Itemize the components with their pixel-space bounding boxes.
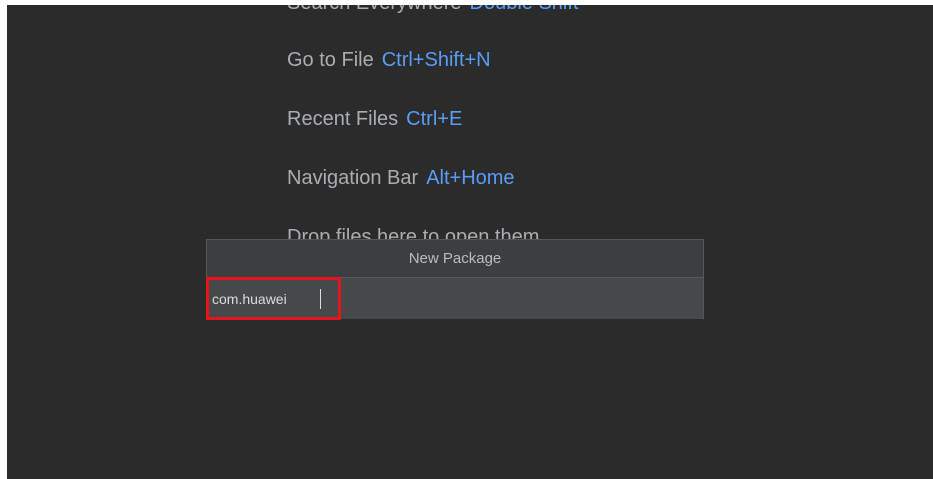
hint-shortcut: Ctrl+E	[406, 108, 463, 130]
new-package-popup: New Package	[206, 239, 704, 319]
package-name-input[interactable]	[207, 278, 703, 319]
hint-label: Search Everywhere	[287, 5, 462, 14]
hint-label: Recent Files	[287, 108, 399, 130]
hint-shortcut: Double Shift	[470, 5, 579, 14]
hint-shortcut: Ctrl+Shift+N	[381, 49, 491, 71]
hint-search-everywhere: Search Everywhere Double Shift	[287, 5, 579, 15]
hint-label: Navigation Bar	[287, 167, 419, 189]
hint-navigation-bar: Navigation Bar Alt+Home	[287, 166, 515, 190]
hint-go-to-file: Go to File Ctrl+Shift+N	[287, 48, 491, 72]
editor-empty-area: Search Everywhere Double Shift Go to File…	[7, 5, 933, 479]
hint-label: Go to File	[287, 49, 374, 71]
text-caret	[320, 289, 321, 309]
package-name-field-row	[207, 278, 703, 319]
hint-shortcut: Alt+Home	[426, 167, 515, 189]
popup-title: New Package	[207, 240, 703, 278]
hint-recent-files: Recent Files Ctrl+E	[287, 107, 462, 131]
